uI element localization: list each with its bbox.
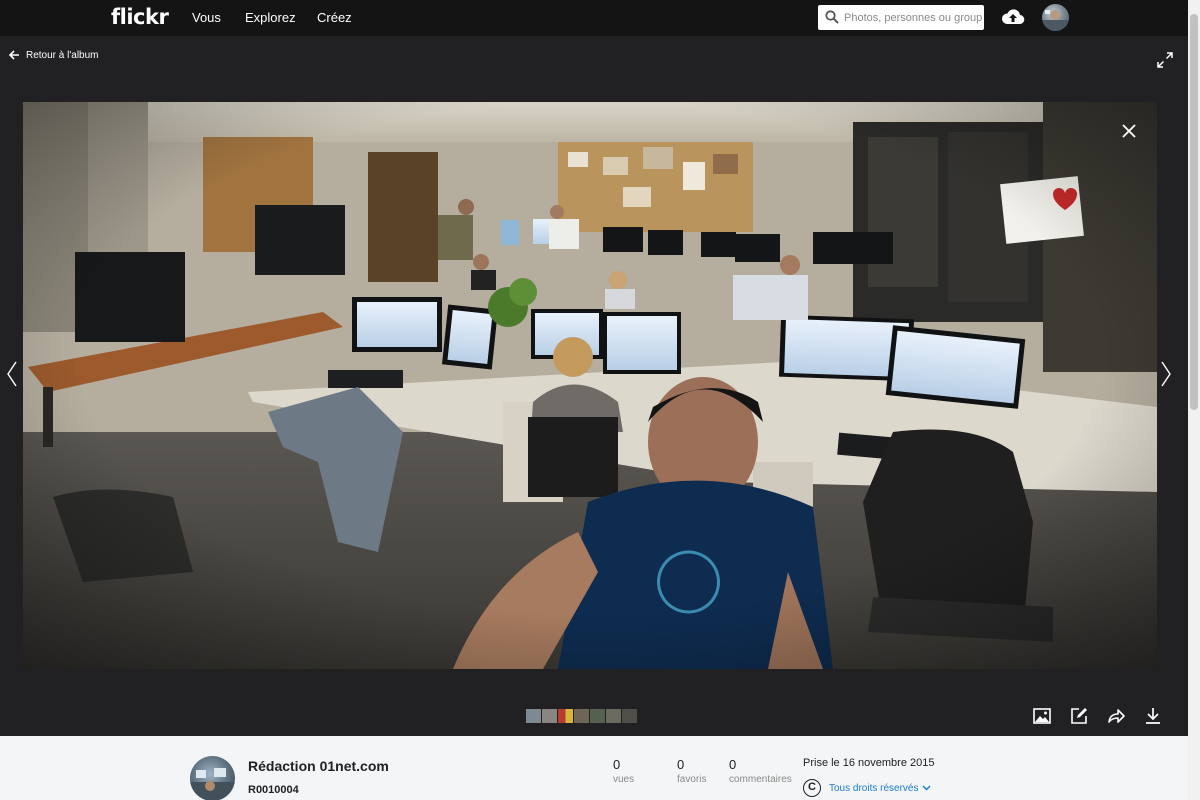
scrollbar-thumb[interactable] <box>1190 14 1198 410</box>
photo-id: R0010004 <box>248 784 299 796</box>
filmstrip-thumb[interactable] <box>558 709 573 723</box>
flickr-logo[interactable]: flickr <box>111 5 169 29</box>
owner-avatar-image <box>190 768 235 800</box>
filmstrip <box>526 709 637 723</box>
license-label[interactable]: Tous droits réservés <box>829 783 918 794</box>
views-label: vues <box>613 774 635 785</box>
filmstrip-thumb[interactable] <box>590 709 605 723</box>
download-icon[interactable] <box>1144 707 1162 725</box>
filmstrip-thumb[interactable] <box>622 709 637 723</box>
filmstrip-thumb[interactable] <box>574 709 589 723</box>
owner-avatar[interactable] <box>190 756 235 800</box>
user-avatar[interactable] <box>1042 4 1069 31</box>
nav-link-explorez[interactable]: Explorez <box>245 10 296 25</box>
back-label: Retour à l'album <box>26 49 99 61</box>
photo-title[interactable]: Rédaction 01net.com <box>248 758 389 774</box>
faves-label: favoris <box>677 774 707 785</box>
photo-icon[interactable] <box>1033 707 1051 725</box>
chevron-right-icon[interactable] <box>1160 361 1172 387</box>
filmstrip-thumb[interactable] <box>606 709 621 723</box>
share-icon[interactable] <box>1107 707 1125 725</box>
license-dropdown[interactable]: C Tous droits réservés <box>803 779 932 797</box>
date-taken: Prise le 16 novembre 2015 <box>803 757 935 769</box>
stat-views: 0 vues <box>613 757 634 785</box>
top-nav: flickr Vous Explorez Créez <box>0 0 1188 36</box>
avatar-image <box>1042 10 1069 31</box>
search-box[interactable] <box>818 5 984 30</box>
nav-link-vous[interactable]: Vous <box>192 10 221 25</box>
edit-icon[interactable] <box>1070 707 1088 725</box>
faves-count: 0 <box>677 757 685 772</box>
main-photo[interactable] <box>23 102 1157 669</box>
page-scrollbar[interactable] <box>1188 0 1200 800</box>
stat-comments: 0 commentaires <box>729 757 792 785</box>
views-count: 0 <box>613 757 621 772</box>
copyright-icon: C <box>803 779 821 797</box>
nav-link-creez[interactable]: Créez <box>317 10 352 25</box>
search-input[interactable] <box>844 5 982 30</box>
comments-count: 0 <box>729 757 737 772</box>
back-to-album-link[interactable]: Retour à l'album <box>8 49 99 61</box>
comments-label: commentaires <box>729 774 792 785</box>
stat-faves: 0 favoris <box>677 757 706 785</box>
close-icon[interactable] <box>1122 124 1136 138</box>
filmstrip-thumb[interactable] <box>526 709 541 723</box>
fullscreen-icon[interactable] <box>1157 52 1173 68</box>
chevron-down-icon <box>922 785 932 791</box>
back-arrow-icon <box>8 50 19 60</box>
search-icon <box>825 10 839 24</box>
office-photo-image <box>23 102 1157 669</box>
chevron-left-icon[interactable] <box>6 361 18 387</box>
upload-cloud-icon[interactable] <box>1001 7 1025 27</box>
filmstrip-thumb[interactable] <box>542 709 557 723</box>
photo-info-bar: Rédaction 01net.com R0010004 0 vues 0 fa… <box>0 736 1188 800</box>
